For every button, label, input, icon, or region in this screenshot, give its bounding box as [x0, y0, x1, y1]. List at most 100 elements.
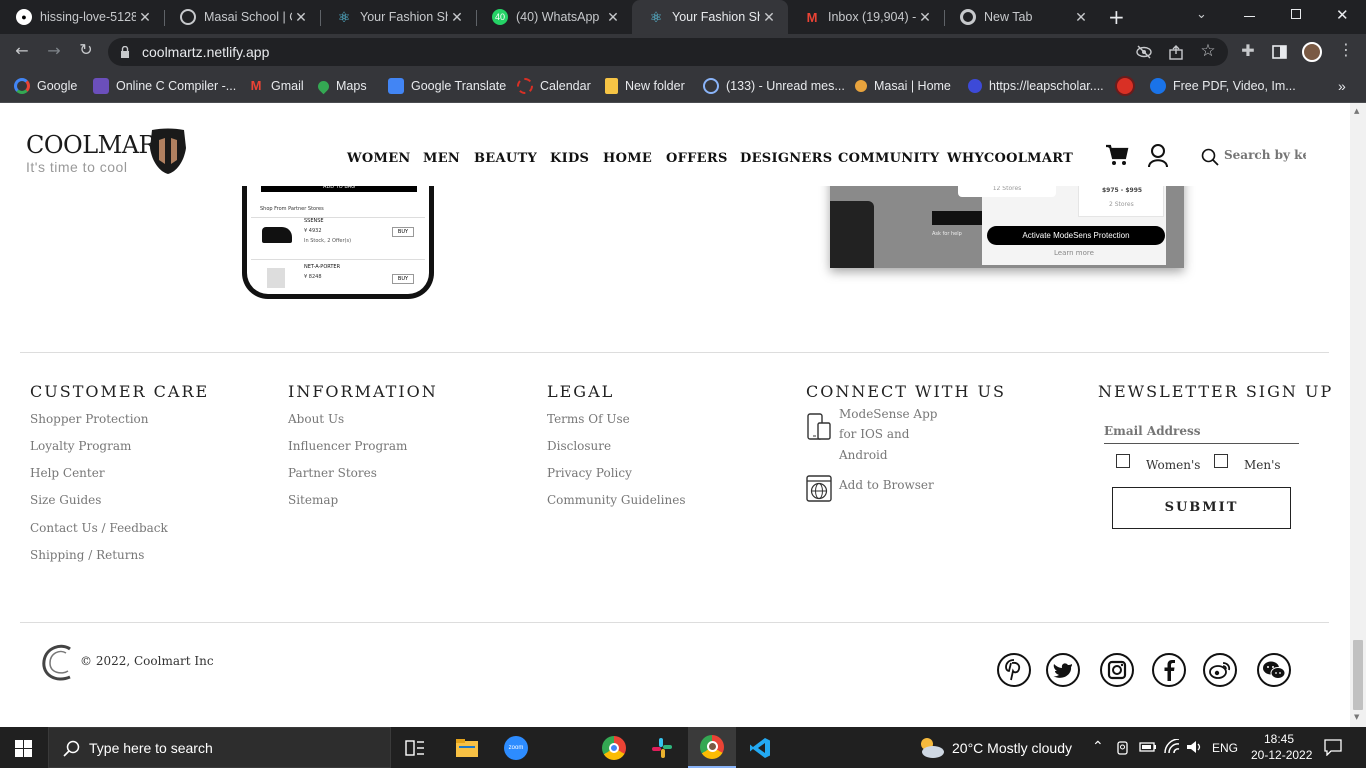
add-to-browser-link[interactable]: Add to Browser: [839, 478, 934, 492]
clock-time[interactable]: 18:45: [1264, 732, 1294, 746]
modesense-app-line-3[interactable]: Android: [839, 448, 888, 462]
nav-whycoolmart[interactable]: WHYCOOLMART: [947, 151, 1073, 166]
tab-whatsapp[interactable]: 40 (40) WhatsApp ✕: [476, 0, 632, 34]
link-loyalty-program[interactable]: Loyalty Program: [30, 439, 131, 453]
menu-dots-icon[interactable]: ⋮: [1334, 40, 1358, 59]
meet-now-icon[interactable]: [1116, 740, 1130, 755]
facebook-icon[interactable]: [1152, 653, 1186, 687]
bookmark-maps[interactable]: Maps: [315, 77, 367, 95]
battery-icon[interactable]: [1139, 741, 1157, 753]
user-icon[interactable]: [1147, 143, 1169, 167]
new-tab-button[interactable]: +: [1108, 5, 1125, 29]
search-input[interactable]: [1224, 145, 1306, 165]
slack-icon[interactable]: [638, 727, 686, 768]
bookmarks-overflow-icon[interactable]: »: [1338, 77, 1346, 95]
nav-offers[interactable]: OFFERS: [666, 151, 728, 166]
link-sitemap[interactable]: Sitemap: [288, 493, 338, 507]
page-scrollbar[interactable]: ▲ ▼: [1350, 103, 1366, 727]
nav-community[interactable]: COMMUNITY: [838, 151, 939, 166]
taskbar-search-box[interactable]: Type here to search: [48, 727, 391, 768]
task-view-icon[interactable]: [391, 727, 439, 768]
bookmark-star-icon[interactable]: ☆: [1196, 41, 1220, 61]
chrome-profile-icon[interactable]: [688, 727, 736, 768]
address-bar[interactable]: coolmartz.netlify.app ☆: [108, 38, 1228, 66]
bookmark-leapscholar[interactable]: https://leapscholar....: [968, 77, 1104, 95]
bookmark-calendar[interactable]: Calendar: [517, 77, 591, 95]
link-about-us[interactable]: About Us: [288, 412, 344, 426]
search-icon[interactable]: [1201, 148, 1219, 166]
link-community-guidelines[interactable]: Community Guidelines: [547, 493, 685, 507]
bookmark-google[interactable]: Google: [14, 77, 77, 95]
nav-women[interactable]: WOMEN: [347, 151, 411, 166]
close-icon[interactable]: ✕: [136, 9, 154, 26]
wifi-icon[interactable]: [1163, 739, 1181, 755]
weather-text[interactable]: 20°C Mostly cloudy: [952, 740, 1072, 756]
close-icon[interactable]: ✕: [760, 9, 778, 26]
minimize-button[interactable]: [1244, 16, 1255, 17]
tray-chevron-icon[interactable]: ⌃: [1092, 738, 1104, 755]
nav-designers[interactable]: DESIGNERS: [740, 151, 832, 166]
mens-checkbox[interactable]: [1214, 454, 1228, 468]
email-input[interactable]: [1104, 419, 1299, 444]
tab-search-icon[interactable]: ⌄: [1196, 7, 1207, 22]
back-icon[interactable]: ←: [10, 41, 34, 60]
zoom-icon[interactable]: zoom: [492, 727, 540, 768]
windows-start-icon[interactable]: [15, 740, 32, 757]
instagram-icon[interactable]: [1100, 653, 1134, 687]
notification-icon[interactable]: [1324, 739, 1342, 756]
clock-date[interactable]: 20-12-2022: [1251, 748, 1312, 762]
bookmark-c-compiler[interactable]: Online C Compiler -...: [93, 77, 236, 95]
tab-fashion-active[interactable]: ⚛ Your Fashion Sho ✕: [632, 0, 788, 34]
modesense-app-line-2[interactable]: for IOS and: [839, 427, 909, 441]
scrollbar-thumb[interactable]: [1353, 640, 1363, 710]
close-icon[interactable]: ✕: [292, 9, 310, 26]
bookmark-gmail[interactable]: M Gmail: [248, 77, 304, 95]
nav-kids[interactable]: KIDS: [550, 151, 589, 166]
close-icon[interactable]: ✕: [916, 9, 934, 26]
profile-avatar[interactable]: [1302, 42, 1322, 62]
chrome-icon[interactable]: [590, 727, 638, 768]
link-influencer-program[interactable]: Influencer Program: [288, 439, 407, 453]
restore-button[interactable]: [1291, 9, 1301, 19]
weather-cloud-icon[interactable]: [916, 735, 946, 761]
womens-checkbox[interactable]: [1116, 454, 1130, 468]
wechat-icon[interactable]: [1257, 653, 1291, 687]
link-privacy-policy[interactable]: Privacy Policy: [547, 466, 632, 480]
submit-button[interactable]: SUBMIT: [1112, 487, 1291, 529]
link-disclosure[interactable]: Disclosure: [547, 439, 611, 453]
bookmark-free-pdf[interactable]: Free PDF, Video, Im...: [1150, 77, 1296, 95]
forward-icon[interactable]: →: [42, 41, 66, 60]
bookmark-record[interactable]: [1117, 77, 1140, 95]
scroll-down-arrow-icon[interactable]: ▼: [1354, 713, 1359, 721]
link-partner-stores[interactable]: Partner Stores: [288, 466, 377, 480]
tab-github[interactable]: ● hissing-love-5128 ✕: [0, 0, 164, 34]
link-help-center[interactable]: Help Center: [30, 466, 105, 480]
link-shipping-returns[interactable]: Shipping / Returns: [30, 548, 144, 562]
link-size-guides[interactable]: Size Guides: [30, 493, 101, 507]
vscode-icon[interactable]: [736, 727, 784, 768]
scroll-up-arrow-icon[interactable]: ▲: [1354, 107, 1359, 115]
close-icon[interactable]: ✕: [604, 9, 622, 26]
modesense-app-line-1[interactable]: ModeSense App: [839, 407, 937, 421]
close-window-button[interactable]: ✕: [1336, 6, 1349, 24]
bookmark-unread-messages[interactable]: (133) - Unread mes...: [703, 77, 845, 95]
tab-newtab[interactable]: New Tab ✕: [944, 0, 1100, 34]
weibo-icon[interactable]: [1203, 653, 1237, 687]
link-shopper-protection[interactable]: Shopper Protection: [30, 412, 148, 426]
nav-men[interactable]: MEN: [423, 151, 460, 166]
link-contact-feedback[interactable]: Contact Us / Feedback: [30, 521, 168, 535]
tab-masai[interactable]: Masai School | Co ✕: [164, 0, 320, 34]
reload-icon[interactable]: ↻: [74, 40, 98, 59]
twitter-icon[interactable]: [1046, 653, 1080, 687]
tab-fashion-1[interactable]: ⚛ Your Fashion Sho ✕: [320, 0, 476, 34]
cart-icon[interactable]: [1105, 143, 1129, 167]
nav-home[interactable]: HOME: [603, 151, 652, 166]
extensions-icon[interactable]: ✚: [1236, 41, 1260, 60]
share-icon[interactable]: [1168, 44, 1184, 60]
link-terms-of-use[interactable]: Terms Of Use: [547, 412, 630, 426]
language-indicator[interactable]: ENG: [1212, 741, 1238, 755]
bookmark-masai-home[interactable]: Masai | Home: [855, 77, 951, 95]
close-icon[interactable]: ✕: [1072, 9, 1090, 26]
bookmark-new-folder[interactable]: New folder: [605, 77, 685, 95]
pinterest-icon[interactable]: [997, 653, 1031, 687]
